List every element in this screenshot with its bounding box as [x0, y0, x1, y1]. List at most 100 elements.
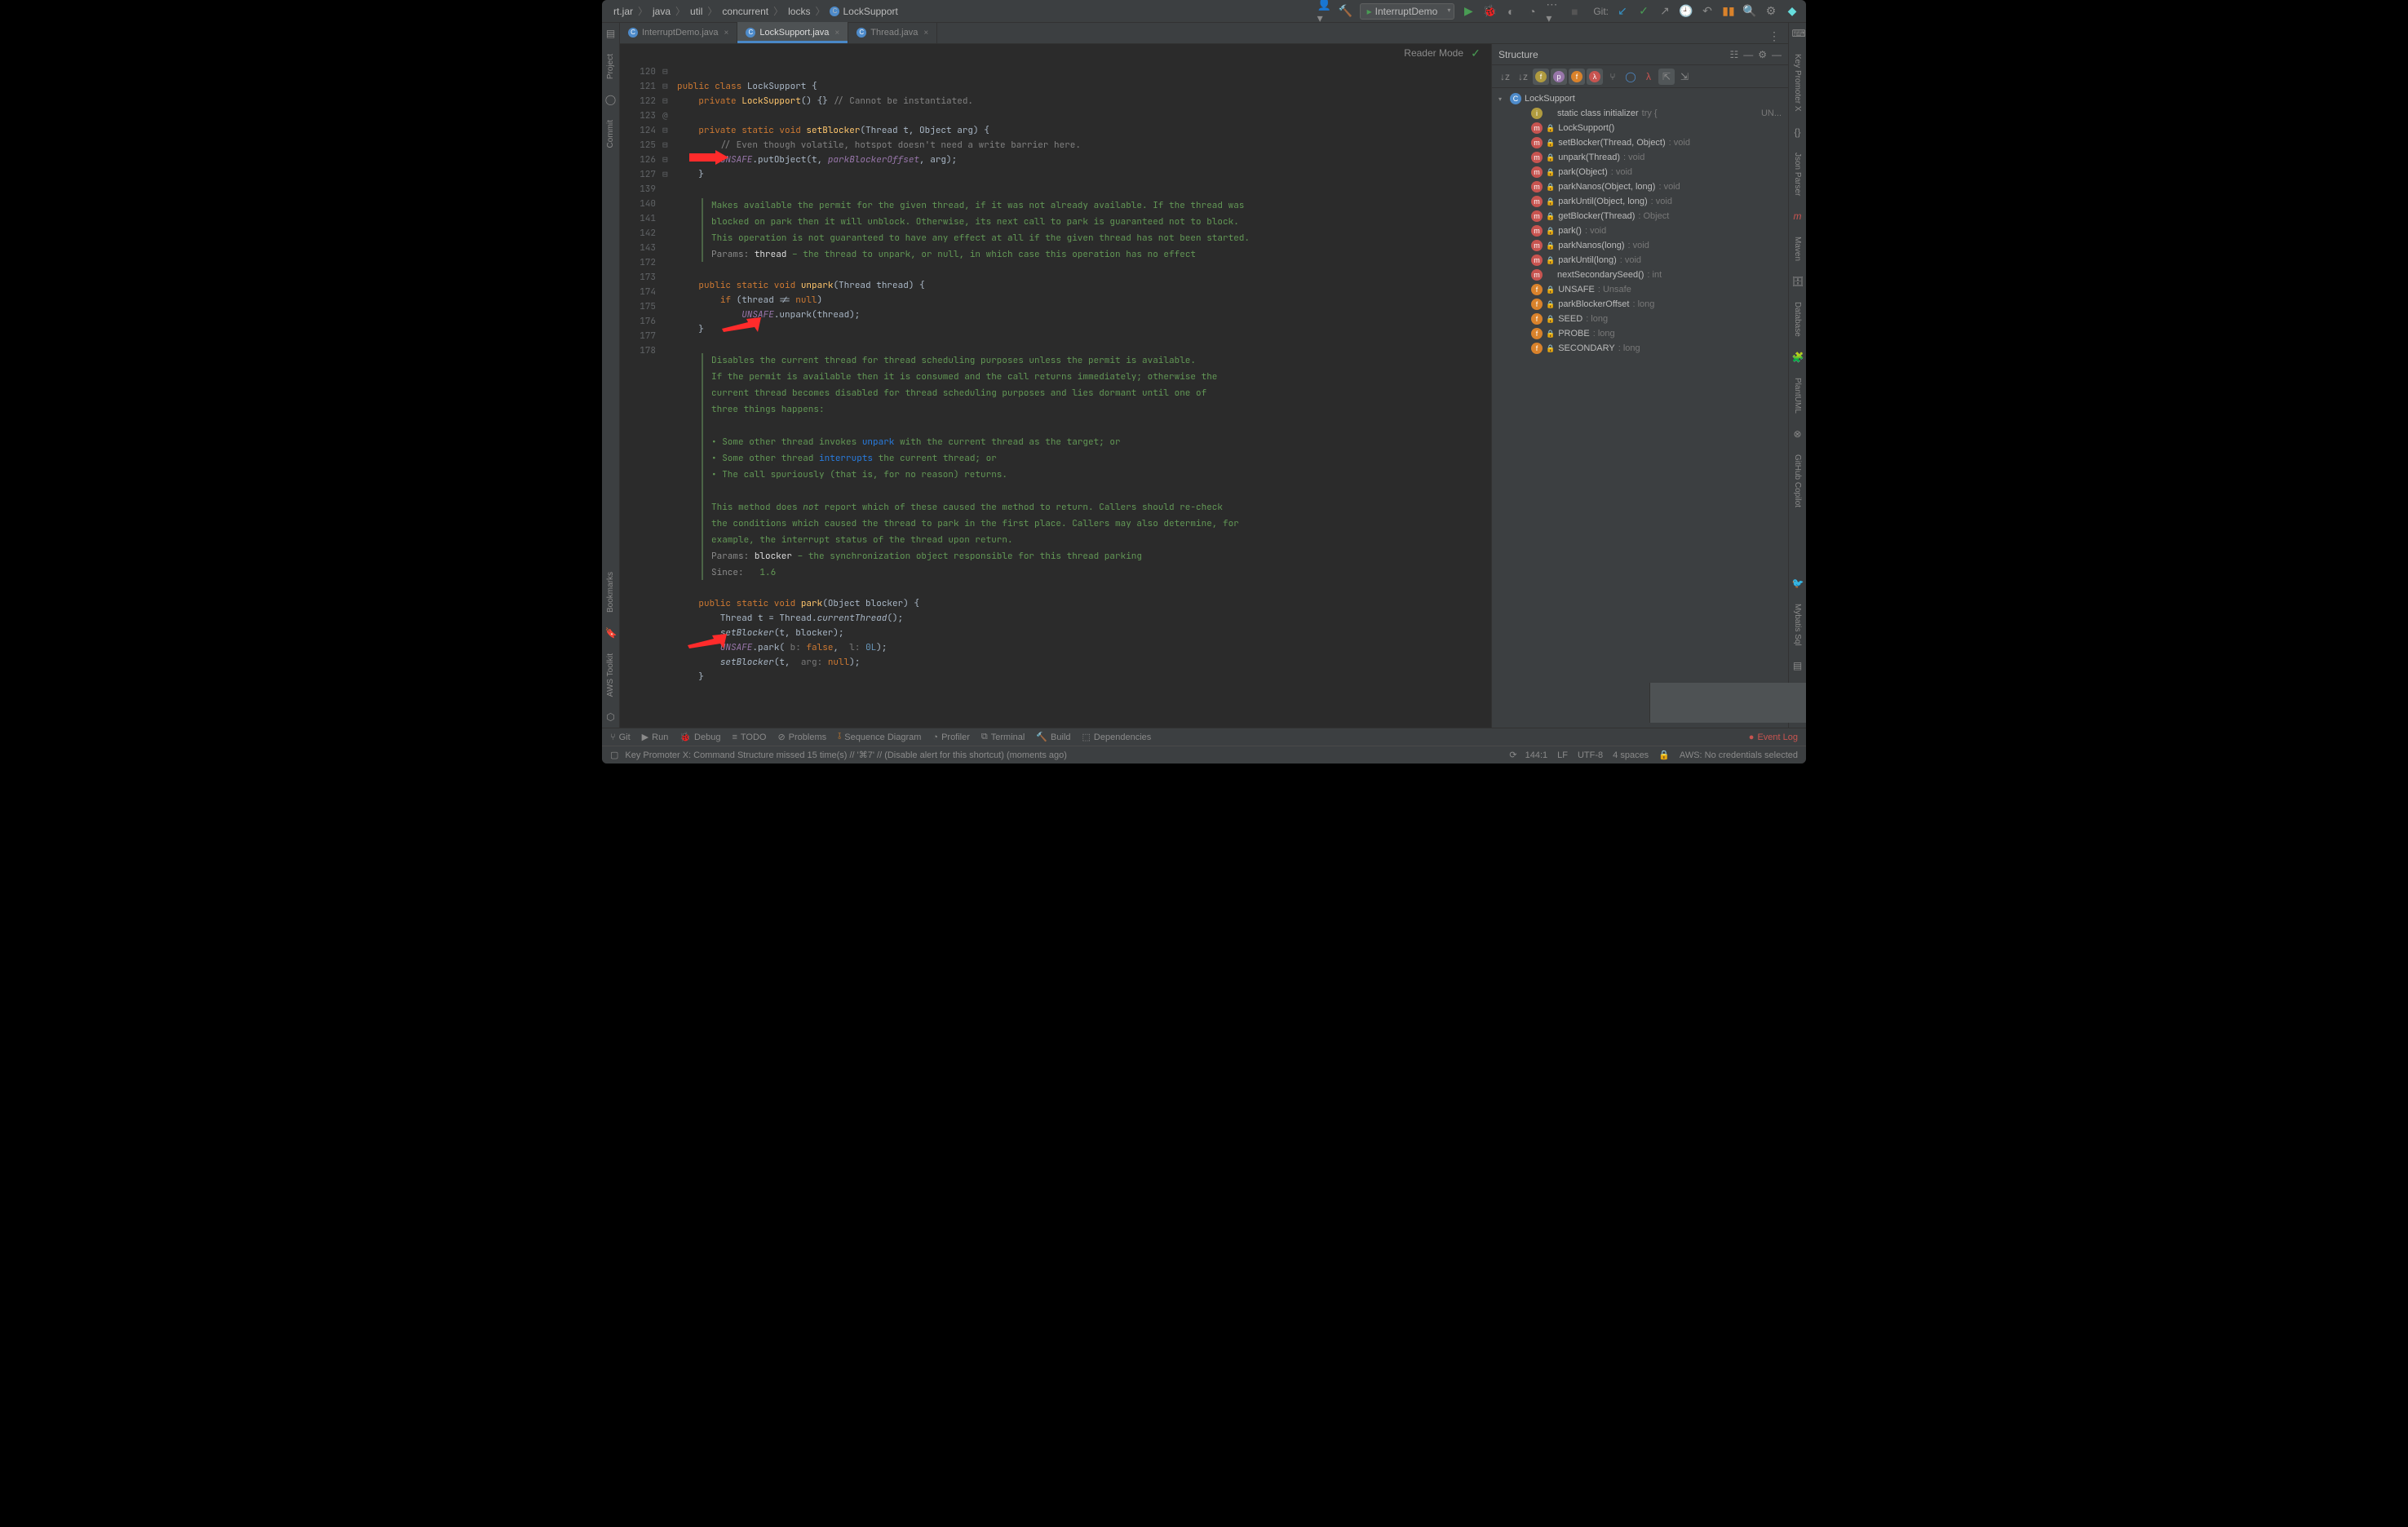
git-push-icon[interactable]: ↗ [1658, 4, 1672, 19]
tree-item[interactable]: f🔒SECONDARY: long [1492, 341, 1788, 356]
tree-item[interactable]: m🔒parkNanos(long): void [1492, 238, 1788, 253]
coverage-icon[interactable]: ◐ [1503, 4, 1518, 19]
sort-visibility-icon[interactable]: ↓z [1515, 69, 1531, 85]
tree-item[interactable]: m🔒park(Object): void [1492, 165, 1788, 179]
git-update-icon[interactable]: ↙ [1615, 4, 1630, 19]
profile-icon[interactable]: ◔ [1525, 4, 1539, 19]
key-promoter-tool[interactable]: Key Promoter X [1793, 51, 1802, 115]
code-area[interactable]: public class LockSupport { private LockS… [674, 62, 1491, 728]
stop-icon[interactable]: ■ [1567, 4, 1582, 19]
settings-icon[interactable]: ⚙ [1764, 4, 1778, 19]
tree-item[interactable]: m🔒park(): void [1492, 224, 1788, 238]
hide-icon[interactable]: — [1772, 49, 1782, 60]
code-editor[interactable]: 120 121 122 123 124 125 126 127 139 140 … [620, 62, 1491, 728]
show-inherited-icon[interactable]: f [1569, 69, 1585, 85]
bookmarks-tool[interactable]: Bookmarks [606, 569, 615, 616]
maven-tool[interactable]: Maven [1793, 233, 1802, 264]
show-props-icon[interactable]: p [1551, 69, 1567, 85]
tree-item[interactable]: f🔒PROBE: long [1492, 326, 1788, 341]
more-run-icon[interactable]: ⋯▾ [1546, 4, 1560, 19]
tree-item[interactable]: m🔒LockSupport() [1492, 121, 1788, 135]
maven-icon[interactable]: m [1792, 210, 1804, 222]
tree-item[interactable]: m🔒parkUntil(Object, long): void [1492, 194, 1788, 209]
build-tool[interactable]: 🔨 Build [1036, 732, 1070, 742]
close-icon[interactable]: × [724, 29, 729, 38]
mybatis-tool[interactable]: Mybatis Sql [1793, 600, 1802, 649]
structure-options-icon[interactable]: ☷ [1729, 49, 1738, 60]
problems-tool[interactable]: ⊘ Problems [777, 732, 826, 742]
breadcrumb-item[interactable]: util [685, 4, 707, 19]
key-promoter-icon[interactable]: ⌨ [1792, 28, 1804, 39]
search-icon[interactable]: 🔍 [1742, 4, 1757, 19]
breadcrumb-item[interactable]: CLockSupport [825, 4, 902, 19]
sequence-tool[interactable]: ⫱ Sequence Diagram [838, 732, 921, 742]
plantuml-icon[interactable]: 🧩 [1792, 352, 1804, 363]
mybatis-icon[interactable]: 🐦 [1792, 578, 1804, 589]
show-lambdas-icon[interactable]: λ [1587, 69, 1603, 85]
git-commit-icon[interactable]: ✓ [1636, 4, 1651, 19]
breadcrumb-item[interactable]: locks [783, 4, 815, 19]
breadcrumb-item[interactable]: concurrent [717, 4, 773, 19]
json-parser-icon[interactable]: {} [1792, 126, 1804, 138]
encoding[interactable]: UTF-8 [1578, 750, 1603, 760]
commit-tool[interactable]: Commit [606, 117, 615, 151]
tree-item[interactable]: f🔒SEED: long [1492, 312, 1788, 326]
breadcrumb-item[interactable]: rt.jar [609, 4, 638, 19]
tree-root[interactable]: ▾ C LockSupport [1492, 91, 1788, 106]
show-fields-icon[interactable]: f [1533, 69, 1549, 85]
deps-tool[interactable]: ⬚ Dependencies [1082, 732, 1152, 742]
editor-tab[interactable]: C InterruptDemo.java × [620, 22, 737, 43]
tabs-more-icon[interactable]: ⋮ [1767, 29, 1782, 43]
copilot-tool[interactable]: GitHub Copilot [1793, 451, 1802, 511]
debug-icon[interactable]: 🐞 [1482, 4, 1497, 19]
indent[interactable]: 4 spaces [1613, 750, 1649, 760]
tree-item[interactable]: mnextSecondarySeed(): int [1492, 268, 1788, 282]
tree-item[interactable]: m🔒parkUntil(long): void [1492, 253, 1788, 268]
tree-item[interactable]: m🔒getBlocker(Thread): Object [1492, 209, 1788, 224]
copilot-icon[interactable]: ⊗ [1792, 428, 1804, 440]
run-tool[interactable]: ▶ Run [642, 732, 669, 742]
build-icon[interactable]: 🔨 [1339, 4, 1353, 19]
ide-icon[interactable]: ◆ [1785, 4, 1799, 19]
tree-item[interactable]: m🔒setBlocker(Thread, Object): void [1492, 135, 1788, 150]
aws-status[interactable]: AWS: No credentials selected [1680, 750, 1798, 760]
commit-tool-icon[interactable]: ◯ [605, 94, 617, 105]
user-icon[interactable]: 👤▾ [1317, 4, 1332, 19]
autoscroll-icon[interactable]: ⇱ [1658, 69, 1675, 85]
show-anon-icon[interactable]: ⑂ [1605, 69, 1621, 85]
database-tool[interactable]: Database [1793, 299, 1802, 340]
run-config-select[interactable]: ▸InterruptDemo [1360, 3, 1455, 20]
close-icon[interactable]: × [923, 29, 928, 38]
reader-mode-icon[interactable]: ✓ [1468, 46, 1483, 60]
database-icon[interactable]: 🗄 [1792, 276, 1804, 287]
status-square-icon[interactable]: ▢ [610, 750, 618, 760]
sort-alpha-icon[interactable]: ↓z [1497, 69, 1513, 85]
cursor-position[interactable]: 144:1 [1525, 750, 1548, 760]
line-sep[interactable]: LF [1557, 750, 1568, 760]
reader-mode-label[interactable]: Reader Mode [1404, 47, 1463, 59]
breadcrumb-item[interactable]: java [648, 4, 675, 19]
event-log[interactable]: ● Event Log [1749, 733, 1798, 742]
plantuml-tool[interactable]: PlantUML [1793, 374, 1802, 417]
run-icon[interactable]: ▶ [1461, 4, 1476, 19]
expand-icon[interactable]: ⇲ [1676, 69, 1693, 85]
tree-item[interactable]: f🔒UNSAFE: Unsafe [1492, 282, 1788, 297]
bookmarks-icon[interactable]: 🔖 [605, 627, 617, 639]
minimize-icon[interactable]: — [1743, 49, 1753, 60]
structure-tree[interactable]: ▾ C LockSupport istatic class initialize… [1492, 88, 1788, 728]
show-interface-icon[interactable]: ◯ [1622, 69, 1639, 85]
terminal-tool[interactable]: ⧉ Terminal [981, 732, 1025, 742]
tree-item[interactable]: istatic class initializertry {UN... [1492, 106, 1788, 121]
project-tool[interactable]: Project [606, 51, 615, 82]
code-with-me-icon[interactable]: ▮▮ [1721, 4, 1736, 19]
show-lambda2-icon[interactable]: λ [1640, 69, 1657, 85]
todo-tool[interactable]: ≡ TODO [732, 733, 766, 742]
close-icon[interactable]: × [834, 29, 839, 38]
structure-icon[interactable]: ▤ [1792, 660, 1804, 671]
project-tool-icon[interactable]: ▤ [605, 28, 617, 39]
git-rollback-icon[interactable]: ↶ [1700, 4, 1715, 19]
fold-gutter[interactable]: ⊟ ⊟ ⊟ @ ⊟ ⊟ ⊟ ⊟ [662, 62, 674, 728]
structure-tool[interactable]: Structure [1649, 683, 1807, 723]
json-parser-tool[interactable]: Json Parser [1793, 149, 1802, 199]
editor-tab[interactable]: C LockSupport.java × [737, 22, 848, 43]
